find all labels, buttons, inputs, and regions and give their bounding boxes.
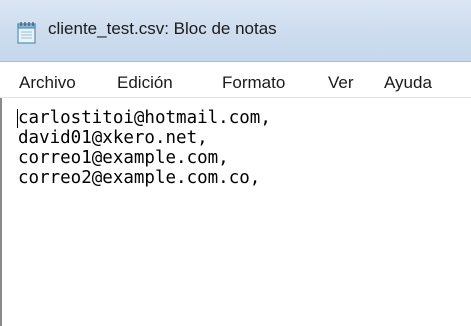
notepad-icon: [16, 20, 38, 44]
menu-item-formato[interactable]: Formato: [222, 73, 285, 93]
editor-content[interactable]: carlostitoi@hotmail.com, david01@xkero.n…: [18, 108, 271, 188]
window-title: cliente_test.csv: Bloc de notas: [48, 19, 277, 38]
text-editor-area[interactable]: carlostitoi@hotmail.com, david01@xkero.n…: [0, 98, 471, 326]
menu-item-ayuda[interactable]: Ayuda: [384, 73, 432, 93]
menu-item-archivo[interactable]: Archivo: [19, 73, 76, 93]
menu-bar: Archivo Edición Formato Ver Ayuda: [0, 62, 471, 98]
text-caret: [17, 109, 18, 128]
notepad-window: cliente_test.csv: Bloc de notas Archivo …: [0, 0, 471, 326]
menu-item-edicion[interactable]: Edición: [117, 73, 173, 93]
menu-item-ver[interactable]: Ver: [328, 73, 354, 93]
title-bar[interactable]: cliente_test.csv: Bloc de notas: [0, 0, 471, 62]
